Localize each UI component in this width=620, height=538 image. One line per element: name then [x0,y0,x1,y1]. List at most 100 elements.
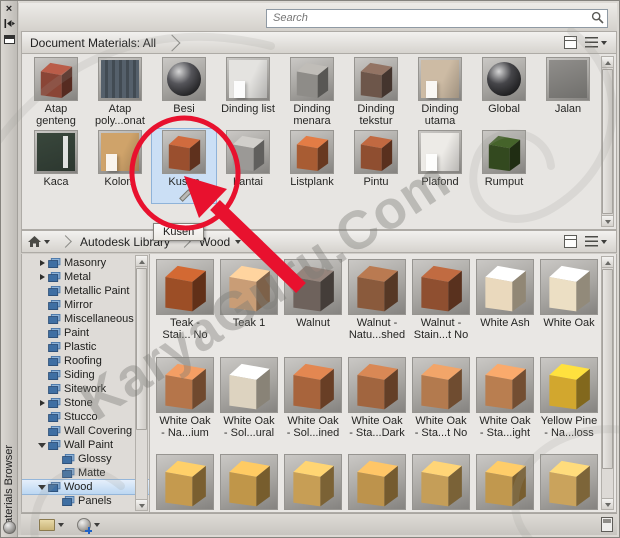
scroll-up-icon[interactable] [136,256,147,267]
material-tile[interactable]: Rumput [472,129,536,188]
view-type-icon[interactable] [585,236,598,247]
material-tile[interactable]: Listplank [280,129,344,188]
material-tile[interactable]: Teak - Stai... No [153,258,217,341]
scroll-down-icon[interactable] [602,215,613,226]
category-caret-icon[interactable] [235,240,241,244]
material-tile[interactable]: Atap poly...onat [88,56,152,127]
tree-item[interactable]: Stucco [22,410,149,424]
scrollbar-thumb[interactable] [136,268,147,430]
material-tile[interactable]: Yellow Pi... [409,453,473,512]
material-tile[interactable]: Besi [152,56,216,115]
expand-arrow-icon[interactable] [38,287,47,296]
tree-item[interactable]: Siding [22,368,149,382]
expand-arrow-icon[interactable] [38,301,47,310]
search-input[interactable] [266,9,608,28]
search-icon[interactable] [591,11,604,24]
material-tile[interactable]: Yellow Pi... [345,453,409,512]
expand-arrow-icon[interactable] [38,427,47,436]
material-tile[interactable]: Walnut [281,258,345,329]
manage-library-button[interactable] [39,519,67,531]
material-tile[interactable]: Atap genteng [24,56,88,127]
view-type-icon[interactable] [585,37,598,48]
close-icon[interactable]: × [3,3,16,16]
material-tile[interactable]: Lantai [216,129,280,188]
material-tile[interactable]: Yellow Pi... [537,453,601,512]
tree-item[interactable]: Metallic Paint [22,284,149,298]
autohide-icon[interactable] [3,18,16,31]
expand-arrow-icon[interactable] [52,469,61,478]
material-tile[interactable]: Walnut - Natu...shed [345,258,409,341]
scroll-down-icon[interactable] [602,498,613,509]
material-tile[interactable]: Yellow Pi... [473,453,537,512]
material-tile[interactable]: White Oak - Sta...ight [473,356,537,439]
material-tile[interactable]: White Oak - Sol...ined [281,356,345,439]
expand-arrow-icon[interactable] [52,497,61,506]
material-tile[interactable]: Global [472,56,536,115]
material-tile[interactable]: Yellow Pi... [217,453,281,512]
material-tile[interactable]: Walnut - Stain...t No [409,258,473,341]
tree-item[interactable]: Panels [22,494,149,508]
tree-item[interactable]: Sitework [22,382,149,396]
material-tile[interactable]: Teak 1 [217,258,281,329]
show-panel-icon[interactable] [564,36,577,49]
material-tile[interactable]: Yellow Pi... [281,453,345,512]
expand-arrow-icon[interactable] [38,441,47,450]
material-tile[interactable]: Dinding list [216,56,280,115]
material-tile[interactable]: Kaca [24,129,88,188]
document-materials-header[interactable]: Document Materials: All [21,31,617,54]
scrollbar-thumb[interactable] [602,269,613,469]
tree-item[interactable]: Metal [22,270,149,284]
scroll-down-icon[interactable] [136,499,147,510]
show-panel-icon[interactable] [564,235,577,248]
scroll-up-icon[interactable] [602,57,613,68]
material-tile[interactable]: Jalan [536,56,600,115]
properties-icon[interactable] [4,35,15,44]
expand-arrow-icon[interactable] [38,385,47,394]
expand-arrow-icon[interactable] [38,259,47,268]
expand-arrow-icon[interactable] [38,413,47,422]
material-tile[interactable]: Dinding tekstur [344,56,408,127]
tree-item[interactable]: Matte [22,466,149,480]
material-tile[interactable]: Yellow Pi... [153,453,217,512]
tree-item[interactable]: Miscellaneous [22,312,149,326]
tree-item[interactable]: Plastic [22,340,149,354]
expand-arrow-icon[interactable] [38,399,47,408]
expand-arrow-icon[interactable] [52,455,61,464]
expand-arrow-icon[interactable] [38,315,47,324]
tree-item[interactable]: Paint [22,326,149,340]
material-tile[interactable]: Pintu [344,129,408,188]
tree-item[interactable]: Mirror [22,298,149,312]
material-tile[interactable]: Kolom [88,129,152,188]
material-tile[interactable]: White Oak - Sta...t No [409,356,473,439]
material-tile[interactable]: Kusen [152,129,216,203]
tree-item[interactable]: Roofing [22,354,149,368]
home-icon[interactable] [28,236,41,248]
material-editor-toggle-icon[interactable] [601,517,613,532]
material-tile[interactable]: Dinding menara [280,56,344,127]
tree-item[interactable]: Wood [22,480,149,494]
material-tile[interactable]: White Oak - Sol...ural [217,356,281,439]
expand-arrow-icon[interactable] [38,483,47,492]
view-type-caret-icon[interactable] [601,240,607,244]
expand-arrow-icon[interactable] [38,273,47,282]
create-material-button[interactable] [77,518,103,532]
tree-item[interactable]: Wall Covering [22,424,149,438]
document-grid-scrollbar[interactable] [601,56,614,227]
expand-arrow-icon[interactable] [38,329,47,338]
material-tile[interactable]: White Oak - Sta...Dark [345,356,409,439]
scrollbar-thumb[interactable] [602,69,613,214]
material-tile[interactable]: White Oak - Na...ium [153,356,217,439]
material-tile[interactable]: Dinding utama [408,56,472,127]
tree-item[interactable]: Glossy [22,452,149,466]
library-grid-scrollbar[interactable] [601,256,614,510]
tree-item[interactable]: Stone [22,396,149,410]
material-tile[interactable]: White Oak [537,258,601,329]
scroll-up-icon[interactable] [602,257,613,268]
expand-arrow-icon[interactable] [38,371,47,380]
tree-item[interactable]: Wall Paint [22,438,149,452]
material-tile[interactable]: Yellow Pine - Na...loss [537,356,601,439]
material-tile[interactable]: White Ash [473,258,537,329]
expand-arrow-icon[interactable] [38,357,47,366]
tree-scrollbar[interactable] [135,255,148,511]
palette-grip-icon[interactable] [3,521,16,534]
